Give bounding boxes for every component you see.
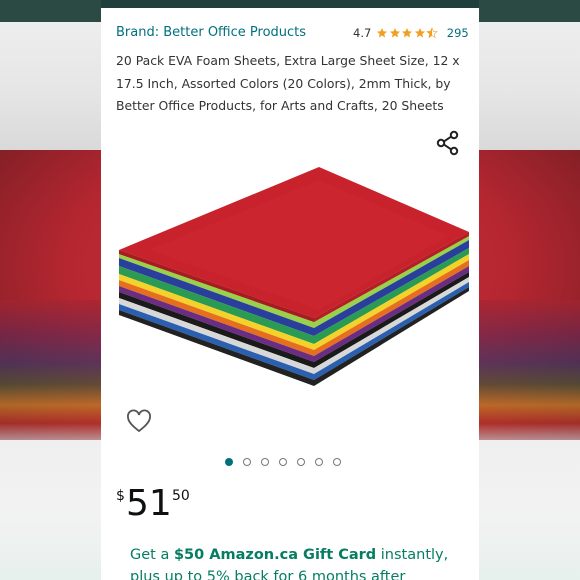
star-rating	[376, 27, 439, 39]
share-icon[interactable]	[435, 130, 461, 156]
rating-score: 4.7	[353, 26, 372, 40]
promo-prefix: Get a	[130, 547, 174, 563]
star-icon	[377, 28, 388, 38]
carousel-dot[interactable]	[315, 458, 323, 466]
brand-link[interactable]: Brand: Better Office Products	[116, 25, 306, 40]
heart-icon[interactable]	[126, 409, 152, 435]
product-card: Brand: Better Office Products 4.7 295 20…	[101, 0, 479, 580]
product-image[interactable]	[109, 160, 479, 395]
carousel-dot[interactable]	[279, 458, 287, 466]
rating-count[interactable]: 295	[447, 26, 469, 40]
star-half-icon	[426, 27, 439, 39]
product-title: 20 Pack EVA Foam Sheets, Extra Large She…	[116, 53, 460, 113]
top-bar	[101, 0, 479, 8]
star-icon	[414, 28, 425, 38]
star-icon	[389, 28, 400, 38]
price-currency: $	[116, 488, 125, 504]
star-icon	[402, 28, 413, 38]
carousel-dot[interactable]	[297, 458, 305, 466]
carousel-dot[interactable]	[333, 458, 341, 466]
carousel-dot[interactable]	[261, 458, 269, 466]
rating-summary[interactable]: 4.7 295	[353, 26, 469, 40]
promo-highlight[interactable]: $50 Amazon.ca Gift Card	[174, 547, 376, 563]
image-carousel-dots[interactable]	[225, 458, 351, 466]
carousel-dot[interactable]	[243, 458, 251, 466]
carousel-dot[interactable]	[225, 458, 233, 466]
price-fraction: 50	[172, 488, 190, 504]
gift-card-promo[interactable]: Get a $50 Amazon.ca Gift Card instantly,…	[130, 544, 475, 580]
price-whole: 51	[126, 483, 172, 524]
